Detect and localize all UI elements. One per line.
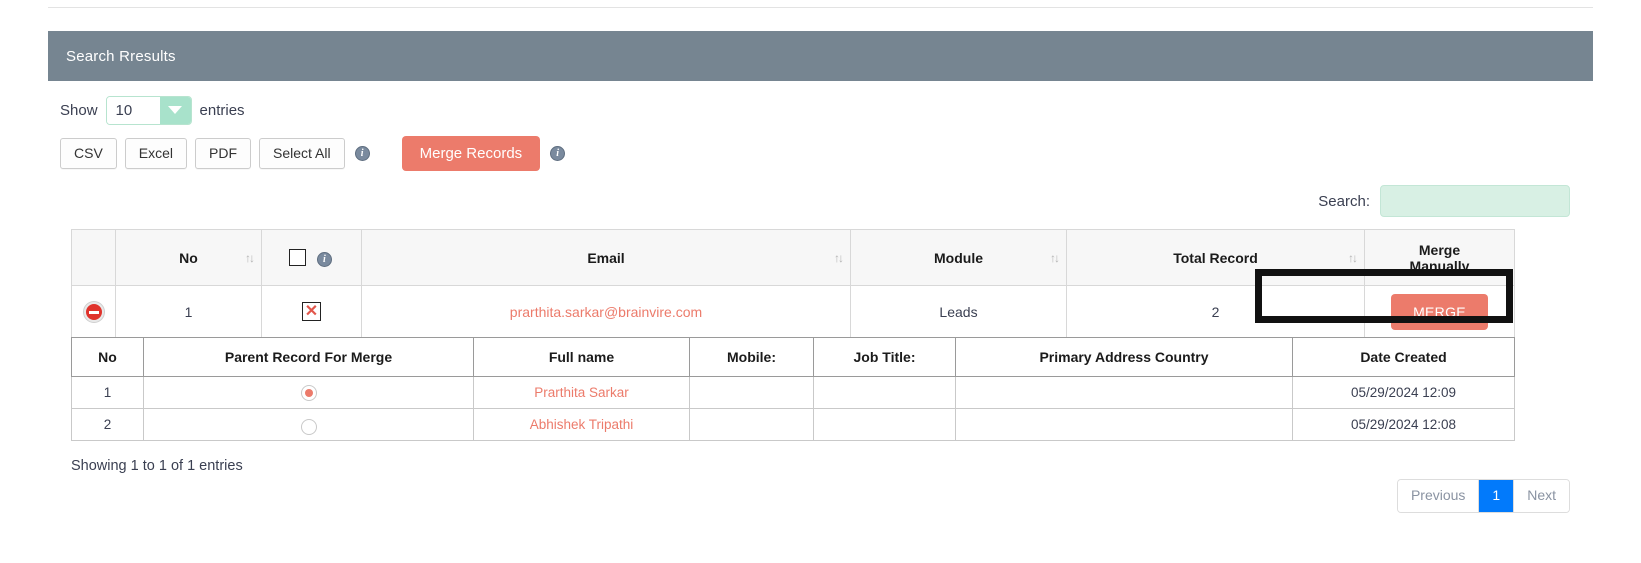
header-no[interactable]: No ↑↓ [115,229,262,286]
search-label: Search: [1318,192,1370,210]
table-header-row: No ↑↓ i Email ↑↓ Module ↑↓ Total Record … [71,229,1515,286]
sub-header-job-title: Job Title: [813,337,956,377]
length-row: Show 10 entries [60,95,1581,125]
row-email-cell: prarthita.sarkar@brainvire.com [361,285,851,338]
table-row: 1 ✕ prarthita.sarkar@brainvire.com Leads… [71,285,1515,338]
sub-row-country [955,408,1293,441]
full-name-link[interactable]: Prarthita Sarkar [534,385,629,400]
sub-header-mobile: Mobile: [689,337,814,377]
row-checkbox-cell[interactable]: ✕ [261,285,362,338]
sub-row-name-cell: Prarthita Sarkar [473,376,690,409]
header-no-label: No [179,249,198,266]
remove-icon[interactable] [83,302,104,323]
merge-records-button[interactable]: Merge Records [401,136,541,171]
sub-table-header-row: No Parent Record For Merge Full name Mob… [71,337,1515,377]
page-root: Search Rresults Show 10 entries CSV Exce… [0,0,1641,563]
sub-row-date-created: 05/29/2024 12:08 [1292,408,1515,441]
header-email[interactable]: Email ↑↓ [361,229,851,286]
sort-icon[interactable]: ↑↓ [1348,251,1358,265]
export-toolbar: CSV Excel PDF Select All i Merge Records… [60,136,1581,171]
sub-header-country: Primary Address Country [955,337,1293,377]
sub-header-no: No [71,337,144,377]
sort-icon[interactable]: ↑↓ [1050,251,1060,265]
pagination-page-1[interactable]: 1 [1479,480,1515,512]
sort-icon[interactable]: ↑↓ [245,251,255,265]
header-merge-manually-line1: Merge [1418,241,1461,258]
header-checkbox: i [261,229,362,286]
sub-row-name-cell: Abhishek Tripathi [473,408,690,441]
entries-label: entries [199,101,245,119]
entries-length-value: 10 [106,96,160,124]
pagination: Previous 1 Next [1396,479,1570,513]
pagination-previous[interactable]: Previous [1397,480,1480,512]
search-results-table: No ↑↓ i Email ↑↓ Module ↑↓ Total Record … [71,229,1515,338]
sub-row-job-title [813,376,956,409]
sub-table-row: 1 Prarthita Sarkar 05/29/2024 12:09 [71,376,1515,409]
search-results-panel: Search Rresults Show 10 entries CSV Exce… [48,31,1593,513]
sub-row-parent-cell[interactable] [143,408,474,441]
header-action [71,229,116,286]
row-total-record: 2 [1066,285,1365,338]
csv-button[interactable]: CSV [60,138,117,169]
sub-row-mobile [689,408,814,441]
header-total-record-label: Total Record [1173,249,1258,266]
sub-row-no: 2 [71,408,144,441]
row-remove-cell[interactable] [71,285,116,338]
header-module[interactable]: Module ↑↓ [850,229,1067,286]
full-name-link[interactable]: Abhishek Tripathi [530,417,634,432]
show-label: Show [60,101,98,119]
sort-icon[interactable]: ↑↓ [834,251,844,265]
search-row: Search: [60,185,1581,217]
sub-header-full-name: Full name [473,337,690,377]
panel-header: Search Rresults [48,31,1593,81]
parent-record-radio[interactable] [300,418,317,435]
parent-record-radio[interactable] [300,384,317,401]
sub-table-row: 2 Abhishek Tripathi 05/29/2024 12:08 [71,408,1515,441]
sub-header-parent-record: Parent Record For Merge [143,337,474,377]
pdf-button[interactable]: PDF [195,138,252,169]
search-input[interactable] [1380,185,1570,217]
header-merge-manually-line2: Manually [1409,257,1470,274]
sub-row-no: 1 [71,376,144,409]
pagination-next[interactable]: Next [1514,480,1569,512]
top-divider [48,7,1593,8]
merge-detail-table: No Parent Record For Merge Full name Mob… [71,337,1515,441]
row-no: 1 [115,285,262,338]
row-module: Leads [850,285,1067,338]
chevron-down-icon [159,96,191,124]
sub-row-mobile [689,376,814,409]
excel-button[interactable]: Excel [124,138,188,169]
header-module-label: Module [934,249,983,266]
email-link[interactable]: prarthita.sarkar@brainvire.com [510,304,702,320]
showing-entries-text: Showing 1 to 1 of 1 entries [71,458,243,474]
entries-length-select[interactable]: 10 [105,95,192,125]
sub-row-parent-cell[interactable] [143,376,474,409]
table-footer: Showing 1 to 1 of 1 entries Previous 1 N… [60,457,1581,517]
select-all-button[interactable]: Select All [259,138,345,169]
row-merge-cell: MERGE [1364,285,1515,338]
checkbox-info-icon[interactable]: i [316,251,332,267]
sub-header-date-created: Date Created [1292,337,1515,377]
select-all-info-icon[interactable]: i [354,146,370,161]
sub-row-country [955,376,1293,409]
merge-button[interactable]: MERGE [1391,293,1488,330]
page-title: Search Rresults [66,47,176,65]
header-merge-manually[interactable]: Merge Manually [1364,229,1515,286]
select-all-checkbox[interactable] [289,249,307,267]
row-checkbox[interactable]: ✕ [302,302,321,321]
header-email-label: Email [587,249,625,266]
sub-row-job-title [813,408,956,441]
merge-records-info-icon[interactable]: i [550,146,566,161]
header-total-record[interactable]: Total Record ↑↓ [1066,229,1365,286]
panel-body: Show 10 entries CSV Excel PDF Select All… [48,81,1593,517]
sub-row-date-created: 05/29/2024 12:09 [1292,376,1515,409]
